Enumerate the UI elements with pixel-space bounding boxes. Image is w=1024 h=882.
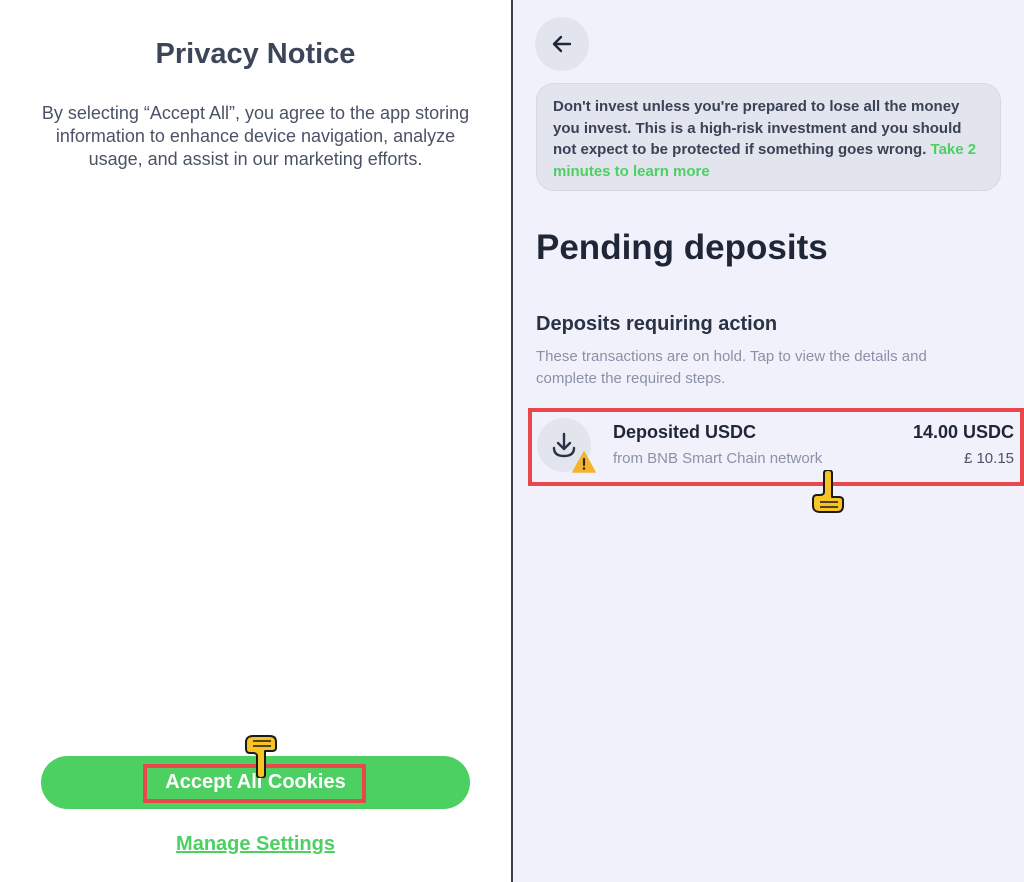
page-title: Pending deposits xyxy=(536,228,828,267)
deposit-title: Deposited USDC xyxy=(613,422,757,442)
risk-warning-text: Don't invest unless you're prepared to l… xyxy=(553,98,962,158)
back-button[interactable] xyxy=(535,17,589,71)
app-frame: Privacy Notice By selecting “Accept All”… xyxy=(0,0,1024,882)
privacy-description: By selecting “Accept All”, you agree to … xyxy=(41,103,470,169)
section-description: These transactions are on hold. Tap to v… xyxy=(536,348,927,387)
pointing-hand-icon xyxy=(812,470,844,513)
deposit-list-item[interactable]: Deposited USDC from BNB Smart Chain netw… xyxy=(529,410,1022,484)
deposit-amount: 14.00 USDC xyxy=(912,422,1014,442)
pointing-hand-icon xyxy=(245,735,277,778)
deposit-fiat-value: £ 10.15 xyxy=(963,450,1014,467)
pending-deposits-panel: Don't invest unless you're prepared to l… xyxy=(513,0,1024,882)
warning-triangle-icon xyxy=(572,451,596,473)
privacy-title: Privacy Notice xyxy=(155,38,356,70)
manage-settings-link[interactable]: Manage Settings xyxy=(0,833,511,856)
risk-warning-banner: Don't invest unless you're prepared to l… xyxy=(536,83,1001,191)
deposit-network: from BNB Smart Chain network xyxy=(613,450,823,467)
arrow-left-icon xyxy=(552,35,572,53)
section-title: Deposits requiring action xyxy=(536,313,778,335)
privacy-panel: Privacy Notice By selecting “Accept All”… xyxy=(0,0,511,882)
